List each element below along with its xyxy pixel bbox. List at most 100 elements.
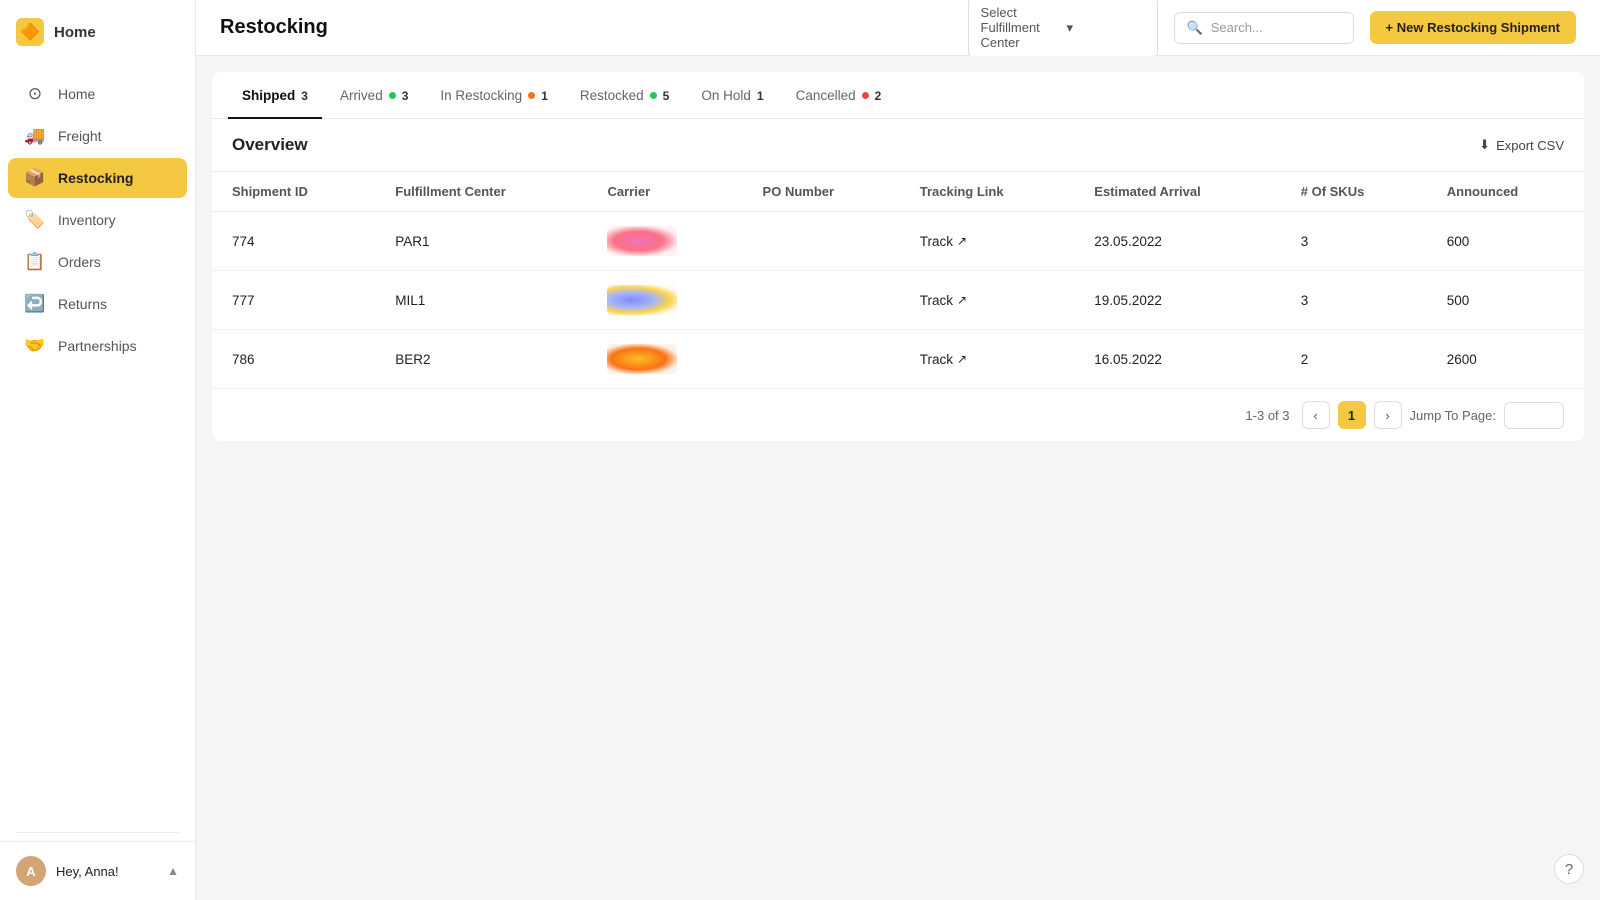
freight-icon: 🚚 bbox=[24, 126, 46, 146]
num-skus-cell: 3 bbox=[1281, 212, 1427, 271]
carrier-logo bbox=[607, 285, 677, 315]
sidebar-item-orders[interactable]: 📋 Orders bbox=[8, 242, 187, 282]
tab-arrived[interactable]: Arrived3 bbox=[326, 72, 422, 119]
fulfillment-center-cell: BER2 bbox=[375, 330, 587, 389]
next-page-button[interactable]: › bbox=[1374, 401, 1402, 429]
sidebar-item-restocking[interactable]: 📦 Restocking bbox=[8, 158, 187, 198]
sidebar-item-label-returns: Returns bbox=[58, 296, 107, 312]
carrier-cell bbox=[587, 330, 742, 389]
search-icon: 🔍 bbox=[1187, 20, 1203, 36]
col-header---of-skus: # Of SKUs bbox=[1281, 172, 1427, 212]
table-row: 777MIL1Track↗19.05.20223500 bbox=[212, 271, 1584, 330]
tab-label-cancelled: Cancelled bbox=[796, 88, 856, 103]
col-header-tracking-link: Tracking Link bbox=[900, 172, 1075, 212]
overview-header: Overview ⬇ Export CSV bbox=[212, 119, 1584, 171]
tab-label-restocked: Restocked bbox=[580, 88, 644, 103]
avatar: A bbox=[16, 856, 46, 886]
track-link[interactable]: Track↗ bbox=[920, 293, 1055, 308]
track-link[interactable]: Track↗ bbox=[920, 352, 1055, 367]
table-header: Shipment IDFulfillment CenterCarrierPO N… bbox=[212, 172, 1584, 212]
home-icon: ⊙ bbox=[24, 84, 46, 104]
table-row: 786BER2Track↗16.05.202222600 bbox=[212, 330, 1584, 389]
content-inner: Shipped3Arrived3In Restocking1Restocked5… bbox=[212, 72, 1584, 441]
pagination: 1-3 of 3 ‹ 1 › Jump To Page: bbox=[212, 388, 1584, 441]
external-link-icon: ↗ bbox=[957, 234, 967, 248]
track-label: Track bbox=[920, 352, 953, 367]
sidebar-divider bbox=[16, 832, 179, 833]
user-profile[interactable]: A Hey, Anna! ▲ bbox=[0, 841, 195, 900]
tab-in_restocking[interactable]: In Restocking 1 bbox=[426, 72, 561, 119]
help-button[interactable]: ? bbox=[1554, 854, 1584, 884]
chevron-down-icon: ▾ bbox=[1067, 20, 1145, 36]
download-icon: ⬇ bbox=[1479, 137, 1490, 153]
tab-restocked[interactable]: Restocked 5 bbox=[566, 72, 683, 119]
num-skus-cell: 3 bbox=[1281, 271, 1427, 330]
jump-to-page-input[interactable] bbox=[1504, 402, 1564, 429]
tab-on_hold[interactable]: On Hold 1 bbox=[687, 72, 777, 119]
sidebar: 🔶 Home ⊙ Home 🚚 Freight 📦 Restocking 🏷️ … bbox=[0, 0, 196, 900]
page-title: Restocking bbox=[220, 16, 952, 39]
table-body: 774PAR1Track↗23.05.20223600777MIL1Track↗… bbox=[212, 212, 1584, 389]
fulfillment-center-select[interactable]: Select Fulfillment Center ▾ bbox=[968, 0, 1158, 58]
main-area: Restocking Select Fulfillment Center ▾ 🔍… bbox=[196, 0, 1600, 900]
tab-count-in_restocking: 1 bbox=[541, 89, 548, 103]
estimated-arrival-cell: 23.05.2022 bbox=[1074, 212, 1280, 271]
tab-count-on_hold: 1 bbox=[757, 89, 764, 103]
partnerships-icon: 🤝 bbox=[24, 336, 46, 356]
logo-label: Home bbox=[54, 24, 96, 41]
new-restocking-shipment-button[interactable]: + New Restocking Shipment bbox=[1370, 11, 1576, 44]
logo[interactable]: 🔶 Home bbox=[0, 0, 195, 64]
export-label: Export CSV bbox=[1496, 138, 1564, 153]
tabs: Shipped 3 Arrived3 In Restocking 1 Restocked 5… bbox=[212, 72, 1584, 119]
search-placeholder: Search... bbox=[1211, 20, 1263, 35]
announced-cell: 500 bbox=[1427, 271, 1584, 330]
announced-cell: 2600 bbox=[1427, 330, 1584, 389]
sidebar-item-returns[interactable]: ↩️ Returns bbox=[8, 284, 187, 324]
user-name: Hey, Anna! bbox=[56, 864, 157, 879]
tab-shipped[interactable]: Shipped 3 bbox=[228, 72, 322, 119]
sidebar-item-label-partnerships: Partnerships bbox=[58, 338, 137, 354]
tab-dot-arrived bbox=[389, 92, 396, 99]
content-area: Shipped3Arrived3In Restocking1Restocked5… bbox=[196, 56, 1600, 900]
tab-count-shipped: 3 bbox=[301, 89, 308, 103]
tracking-cell: Track↗ bbox=[900, 330, 1075, 389]
tab-label-in_restocking: In Restocking bbox=[440, 88, 522, 103]
topbar: Restocking Select Fulfillment Center ▾ 🔍… bbox=[196, 0, 1600, 56]
sidebar-item-inventory[interactable]: 🏷️ Inventory bbox=[8, 200, 187, 240]
tab-cancelled[interactable]: Cancelled 2 bbox=[782, 72, 896, 119]
restocking-icon: 📦 bbox=[24, 168, 46, 188]
sidebar-item-freight[interactable]: 🚚 Freight bbox=[8, 116, 187, 156]
prev-page-button[interactable]: ‹ bbox=[1302, 401, 1330, 429]
po-number-cell bbox=[743, 212, 900, 271]
num-skus-cell: 2 bbox=[1281, 330, 1427, 389]
tab-label-on_hold: On Hold bbox=[701, 88, 751, 103]
orders-icon: 📋 bbox=[24, 252, 46, 272]
overview-title: Overview bbox=[232, 135, 1479, 155]
carrier-cell bbox=[587, 271, 742, 330]
tab-label-arrived: Arrived bbox=[340, 88, 383, 103]
sidebar-item-label-restocking: Restocking bbox=[58, 170, 133, 186]
sidebar-item-home[interactable]: ⊙ Home bbox=[8, 74, 187, 114]
tab-count-cancelled: 2 bbox=[875, 89, 882, 103]
external-link-icon: ↗ bbox=[957, 293, 967, 307]
sidebar-item-partnerships[interactable]: 🤝 Partnerships bbox=[8, 326, 187, 366]
tab-count-restocked: 5 bbox=[663, 89, 670, 103]
announced-cell: 600 bbox=[1427, 212, 1584, 271]
export-csv-button[interactable]: ⬇ Export CSV bbox=[1479, 137, 1564, 153]
sidebar-nav: ⊙ Home 🚚 Freight 📦 Restocking 🏷️ Invento… bbox=[0, 64, 195, 824]
shipment-id-cell: 786 bbox=[212, 330, 375, 389]
sidebar-item-label-inventory: Inventory bbox=[58, 212, 116, 228]
tab-dot-in_restocking bbox=[528, 92, 535, 99]
col-header-shipment-id: Shipment ID bbox=[212, 172, 375, 212]
tracking-cell: Track↗ bbox=[900, 271, 1075, 330]
shipments-table: Shipment IDFulfillment CenterCarrierPO N… bbox=[212, 171, 1584, 388]
tab-dot-restocked bbox=[650, 92, 657, 99]
po-number-cell bbox=[743, 271, 900, 330]
track-link[interactable]: Track ↗ bbox=[920, 234, 1055, 249]
search-bar[interactable]: 🔍 Search... bbox=[1174, 12, 1354, 44]
fulfillment-center-cell: PAR1 bbox=[375, 212, 587, 271]
current-page-button[interactable]: 1 bbox=[1338, 401, 1366, 429]
shipment-id-cell: 777 bbox=[212, 271, 375, 330]
track-label: Track bbox=[920, 234, 953, 249]
tab-label-shipped: Shipped bbox=[242, 88, 295, 103]
